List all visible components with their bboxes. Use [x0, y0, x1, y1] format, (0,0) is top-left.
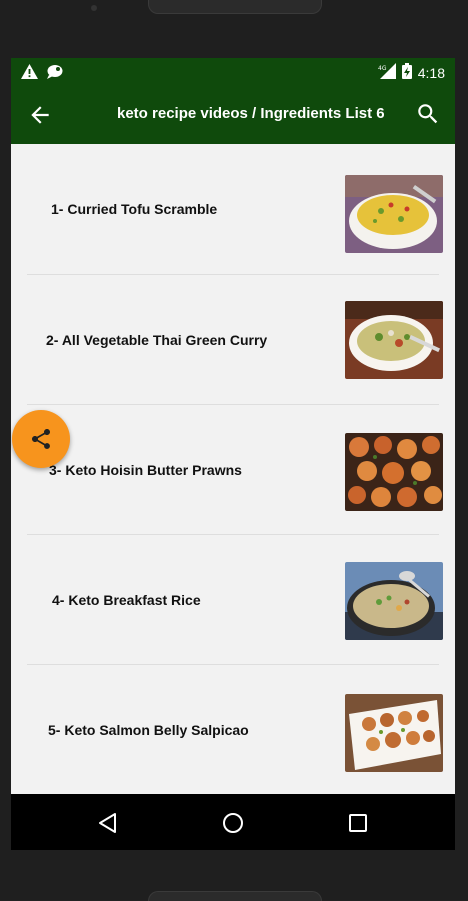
keto-breakfast-rice-photo: [345, 562, 443, 640]
nav-recents-button[interactable]: [345, 810, 371, 836]
curried-tofu-scramble-photo: [345, 175, 443, 253]
app-bar: keto recipe videos / Ingredients List 6: [11, 86, 455, 144]
list-item[interactable]: 5- Keto Salmon Belly Salpicao: [11, 665, 455, 795]
list-item[interactable]: 1- Curried Tofu Scramble: [11, 144, 455, 274]
recipe-list: 1- Curried Tofu Scramble 2- All Vegetabl…: [11, 144, 455, 794]
recipe-title: 3- Keto Hoisin Butter Prawns: [49, 462, 242, 478]
warning-icon: [21, 64, 38, 84]
nav-home-button[interactable]: [220, 810, 246, 836]
recents-square-icon: [349, 814, 367, 832]
phone-screen: 4G 4:18 keto recipe videos / Ingredients…: [11, 58, 455, 850]
top-speaker: [148, 0, 322, 14]
salmon-belly-salpicao-photo: [345, 694, 443, 772]
status-bar: 4G 4:18: [11, 58, 455, 86]
search-icon: [418, 104, 438, 124]
back-button[interactable]: [27, 102, 53, 128]
hoisin-butter-prawns-photo: [345, 433, 443, 511]
search-button[interactable]: [415, 101, 441, 127]
list-item[interactable]: 3- Keto Hoisin Butter Prawns: [11, 405, 455, 535]
back-triangle-icon: [99, 813, 116, 833]
arrow-back-icon: [31, 106, 49, 124]
home-circle-icon: [223, 813, 243, 833]
recipe-title: 5- Keto Salmon Belly Salpicao: [48, 722, 249, 738]
list-item[interactable]: 4- Keto Breakfast Rice: [11, 535, 455, 665]
status-time: 4:18: [417, 64, 445, 81]
system-nav-bar: [11, 794, 455, 850]
battery-charging-icon: [401, 63, 412, 82]
recipe-title: 1- Curried Tofu Scramble: [51, 201, 218, 217]
recipe-title: 2- All Vegetable Thai Green Curry: [46, 332, 268, 348]
list-item[interactable]: 2- All Vegetable Thai Green Curry: [11, 275, 455, 405]
front-camera: [91, 5, 97, 11]
recipe-title: 4- Keto Breakfast Rice: [52, 592, 201, 608]
share-icon: [32, 429, 50, 449]
svg-text:4G: 4G: [378, 65, 387, 72]
page-title: keto recipe videos / Ingredients List 6: [117, 105, 385, 122]
thai-green-curry-photo: [345, 301, 443, 379]
notification-bubble-icon: [46, 64, 64, 84]
share-fab-button[interactable]: [12, 410, 70, 468]
nav-back-button[interactable]: [95, 810, 121, 836]
signal-4g-icon: 4G: [378, 63, 396, 82]
